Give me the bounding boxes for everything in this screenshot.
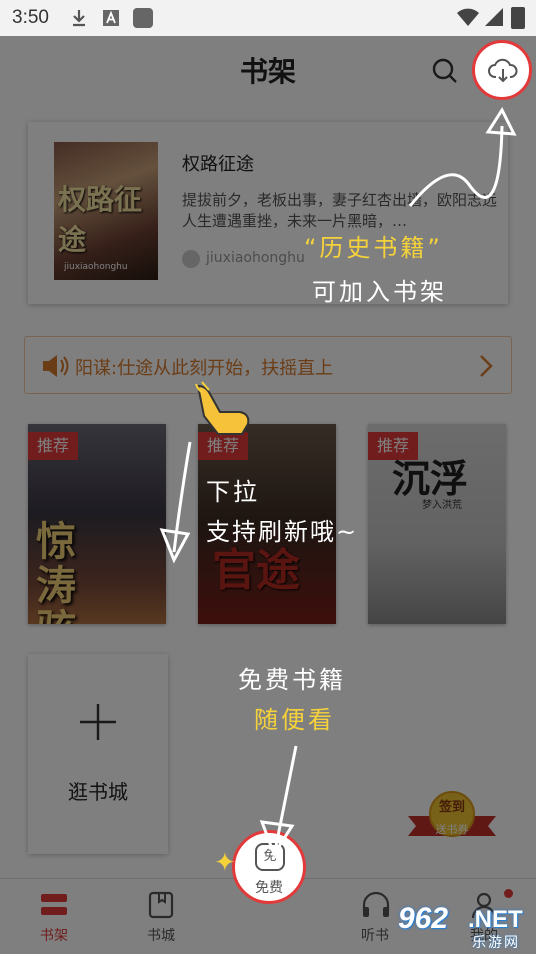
tab-bookstore[interactable]: 书城 [121,879,201,954]
cover-author: 梦入洪荒 [422,500,462,511]
app-icon [133,8,153,28]
book-description: 提拔前夕，老板出事，妻子红杏出墙，欧阳志远人生遭遇重挫，未来一片黑暗，… [182,191,498,230]
recommended-book[interactable]: 推荐 惊涛骇浪 [28,424,166,624]
signal-icon [485,8,503,26]
cloud-download-icon [488,58,518,83]
download-icon [73,10,85,27]
chevron-right-icon[interactable] [479,354,493,378]
book-title: 权路征途 [182,154,254,175]
speaker-icon [43,355,69,377]
pointing-hand-icon [195,381,250,435]
book-icon [148,891,174,919]
tip-pull-line2: 支持刷新哦~ [206,518,359,546]
watermark-logo: 962 .NET 乐游网 [396,902,532,951]
author-avatar-icon [182,250,200,268]
bookshelf-screen: 书架 权路征途 jiuxiaohonghu 权路征途 提拔前夕，老板出事，妻子红… [0,36,536,954]
plus-icon [80,704,116,740]
book-cover[interactable]: 权路征途 jiuxiaohonghu [54,142,158,280]
sparkle-icon: ✦ [214,848,236,878]
notice-text: 阳谋:仕途从此刻开始，扶摇直上 [75,358,334,379]
watermark-number: 962 [398,902,449,935]
cover-author: jiuxiaohonghu [64,262,128,272]
status-bar: 3:50 [0,0,536,36]
bookshelf-icon [41,894,67,915]
notification-dot [504,889,513,898]
battery-icon [511,7,525,29]
recommend-badge: 推荐 [28,432,78,460]
cover-title: 沉浮 [392,456,469,501]
tab-label: 书架 [40,928,68,944]
cloud-download-button[interactable] [472,40,532,100]
tip-history-title: “历史书籍” [304,234,443,262]
recommended-book[interactable]: 推荐 沉浮 梦入洪荒 [368,424,506,624]
cover-title: 权路征途 [58,183,143,256]
tip-history-sub: 可加入书架 [312,278,447,306]
notice-bar[interactable]: 阳谋:仕途从此刻开始，扶摇直上 [24,336,512,394]
free-icon: 免 [255,843,285,871]
tip-free-line2: 随便看 [254,706,335,734]
browse-store-label: 逛书城 [68,780,128,804]
tip-free-line1: 免费书籍 [238,666,346,694]
tip-pull-line1: 下拉 [206,478,260,506]
watermark-site-name: 乐游网 [472,935,520,951]
sign-in-sub: 送书券 [436,822,469,836]
headphones-icon [362,891,390,917]
browse-store-card[interactable]: 逛书城 [28,654,168,854]
tab-bookshelf[interactable]: 书架 [14,879,94,954]
status-time: 3:50 [12,7,49,28]
tab-free[interactable]: 免 免费 [232,830,306,904]
cover-title: 惊涛骇浪 [36,518,76,625]
tab-label: 免费 [255,880,283,896]
search-icon[interactable] [430,56,460,86]
tab-label: 书城 [147,928,175,944]
watermark-domain: .NET [468,906,523,933]
book-author: jiuxiaohonghu [206,250,305,266]
sign-in-badge[interactable]: 签到 送书券 [404,786,500,850]
sign-in-label: 签到 [438,799,465,815]
a-icon [103,10,119,26]
wifi-icon [457,8,479,26]
